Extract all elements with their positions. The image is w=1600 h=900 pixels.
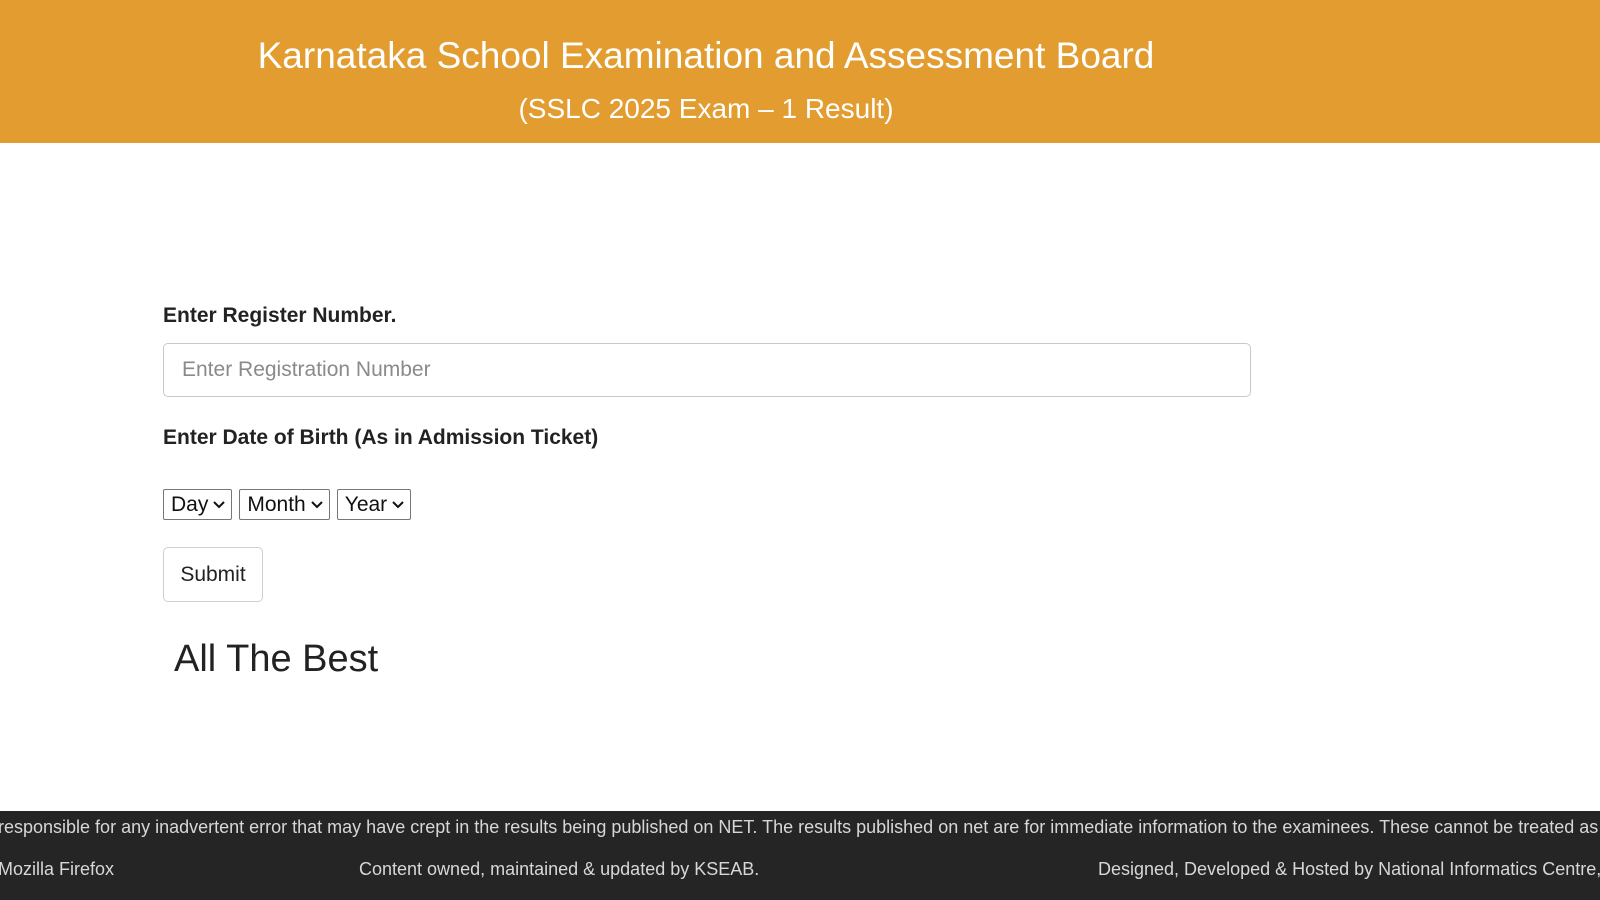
designed-by-note: Designed, Developed & Hosted by National…: [1098, 859, 1600, 879]
content-owner-note: Content owned, maintained & updated by K…: [359, 859, 760, 879]
browser-note: Mozilla Firefox: [0, 859, 115, 879]
page-title: Karnataka School Examination and Assessm…: [257, 35, 1155, 76]
register-number-label: Enter Register Number.: [163, 304, 397, 327]
disclaimer-marquee: responsible for any inadvertent error th…: [0, 817, 1600, 837]
year-select-value: Year: [344, 492, 388, 516]
month-select-value: Month: [247, 492, 306, 516]
dob-selects: Day Month Year: [163, 489, 412, 520]
day-select-value: Day: [171, 492, 209, 516]
register-number-input[interactable]: [163, 343, 1251, 397]
chevron-down-icon: [213, 499, 226, 511]
year-select[interactable]: Year: [336, 489, 412, 520]
dob-label: Enter Date of Birth (As in Admission Tic…: [163, 426, 599, 449]
header-banner: Karnataka School Examination and Assessm…: [0, 0, 1600, 143]
day-select[interactable]: Day: [163, 489, 233, 520]
submit-button[interactable]: Submit: [163, 547, 263, 602]
footer: responsible for any inadvertent error th…: [0, 811, 1600, 900]
chevron-down-icon: [392, 499, 404, 511]
month-select[interactable]: Month: [239, 489, 330, 520]
chevron-down-icon: [311, 499, 323, 511]
all-the-best-message: All The Best: [174, 638, 379, 680]
page-subtitle: (SSLC 2025 Exam – 1 Result): [518, 93, 894, 124]
